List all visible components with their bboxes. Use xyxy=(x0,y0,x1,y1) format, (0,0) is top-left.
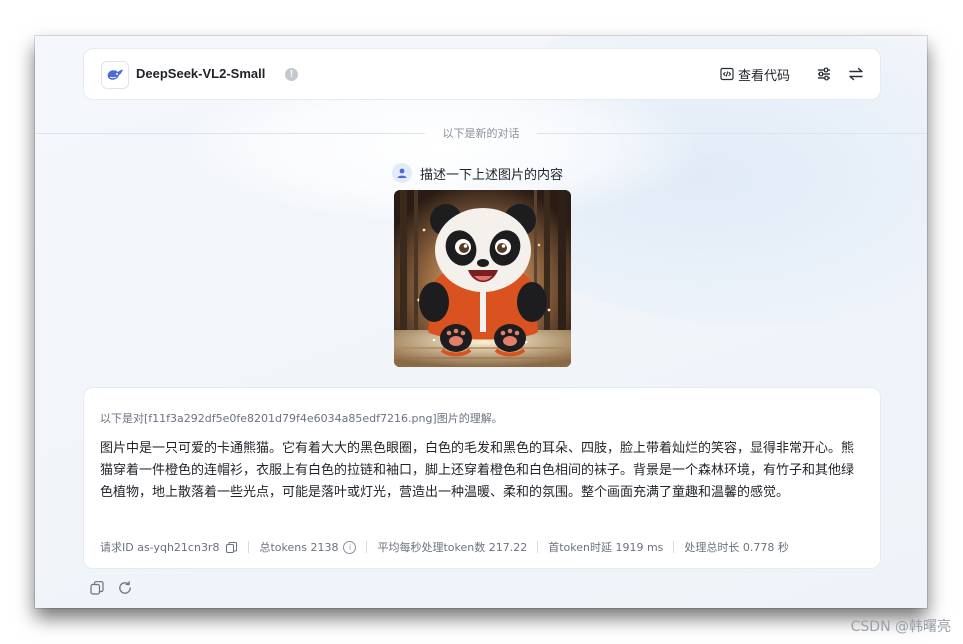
total-tokens-stat: 总tokens 2138 i xyxy=(259,539,357,555)
copy-icon[interactable] xyxy=(89,580,105,596)
total-time: 处理总时长 0.778 秒 xyxy=(684,541,789,554)
stat-separator xyxy=(537,541,539,553)
sliders-icon[interactable] xyxy=(815,65,833,83)
reply-stats: 请求ID as-yqh21cn3r8 总tokens 2138 i 平均每秒处理… xyxy=(100,539,789,555)
reply-body: 图片中是一只可爱的卡通熊猫。它有着大大的黑色眼圈，白色的毛发和黑色的耳朵、四肢，… xyxy=(100,441,855,500)
panda-image[interactable] xyxy=(394,190,571,367)
watermark: CSDN @韩曙亮 xyxy=(850,619,951,635)
user-message: 描述一下上述图片的内容 xyxy=(392,163,563,183)
model-header: DeepSeek-VL2-Small ! 查看代码 xyxy=(83,48,881,100)
code-window-icon xyxy=(720,67,734,81)
user-avatar-icon xyxy=(392,163,412,183)
refresh-icon[interactable] xyxy=(117,580,133,596)
request-id-stat: 请求ID as-yqh21cn3r8 xyxy=(100,539,238,555)
model-name: DeepSeek-VL2-Small xyxy=(136,66,266,81)
user-message-text: 描述一下上述图片的内容 xyxy=(420,167,564,183)
total-tokens: 总tokens 2138 xyxy=(259,541,339,554)
stat-separator xyxy=(673,541,675,553)
app-window: DeepSeek-VL2-Small ! 查看代码 以下是新的对话 描述一下上述… xyxy=(35,36,927,608)
reply-intro: 以下是对[f11f3a292df5e0fe8201d79f4e6034a85ed… xyxy=(100,412,503,425)
stat-separator xyxy=(248,541,250,553)
info-icon[interactable]: ! xyxy=(285,68,298,81)
model-reply-card: 以下是对[f11f3a292df5e0fe8201d79f4e6034a85ed… xyxy=(83,387,881,569)
tokens-info-icon[interactable]: i xyxy=(343,540,357,554)
avg-speed: 平均每秒处理token数 217.22 xyxy=(377,541,528,554)
view-code-label: 查看代码 xyxy=(738,68,791,84)
divider-line-left xyxy=(35,133,425,134)
view-code-button[interactable]: 查看代码 xyxy=(720,64,790,84)
first-token-latency: 首token时延 1919 ms xyxy=(548,541,664,554)
divider-line-right xyxy=(537,133,927,134)
swap-arrows-icon[interactable] xyxy=(847,65,865,83)
copy-request-id-icon[interactable] xyxy=(225,541,238,554)
stat-separator xyxy=(366,541,368,553)
whale-logo-icon xyxy=(101,61,129,89)
request-id: 请求ID as-yqh21cn3r8 xyxy=(100,541,220,554)
